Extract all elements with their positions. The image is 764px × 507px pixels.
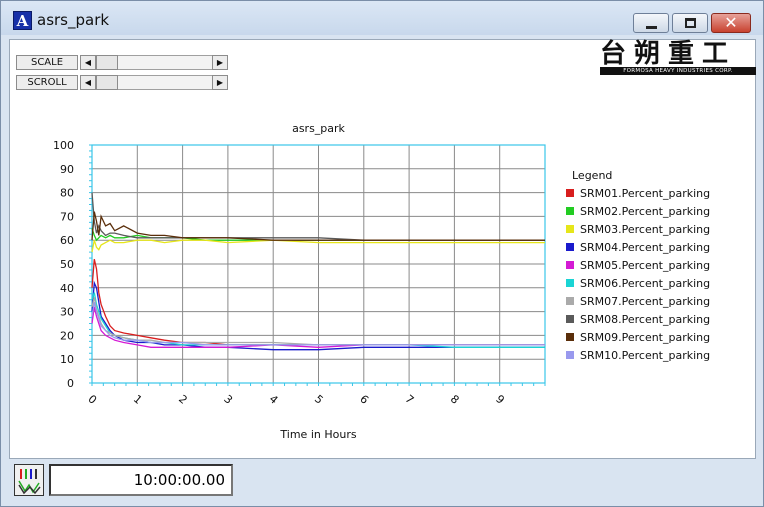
x-tick-label: 5: [312, 392, 326, 406]
trend-tool-icon[interactable]: [14, 464, 44, 496]
chart-panel: SCALE ◀ ▶ SCROLL ◀ ▶ 台朔重工 FORMOSA HEAVY …: [9, 39, 756, 459]
maximize-icon: [685, 18, 696, 28]
app-window: A asrs_park ✕ SCALE ◀ ▶ SCROLL ◀ ▶ 台朔重工 …: [0, 0, 764, 507]
x-tick-label: 3: [221, 392, 235, 406]
minimize-icon: [646, 26, 657, 29]
y-tick-label: 30: [60, 306, 74, 319]
legend-swatch: [566, 351, 574, 359]
x-axis-label: Time in Hours: [279, 428, 356, 441]
x-tick-label: 1: [131, 392, 145, 406]
legend-entry: SRM04.Percent_parking: [580, 241, 710, 254]
x-tick-label: 8: [448, 392, 462, 406]
y-tick-label: 40: [60, 282, 74, 295]
y-tick-label: 20: [60, 329, 74, 342]
legend-swatch: [566, 279, 574, 287]
legend-entry: SRM08.Percent_parking: [580, 313, 710, 326]
x-tick-label: 9: [493, 392, 507, 406]
legend-swatch: [566, 189, 574, 197]
line-chart: 0 10 20 30 40 50 60 70 80 90 100 0 1 2 3 4 5 6 7 8 9 asrs_par…: [53, 122, 710, 441]
y-tick-label: 60: [60, 234, 74, 247]
window-title: asrs_park: [37, 11, 110, 29]
legend-entry: SRM06.Percent_parking: [580, 277, 710, 290]
trend-tool-glyph-icon: [18, 469, 41, 495]
legend-entry: SRM01.Percent_parking: [580, 187, 710, 200]
legend-entry: SRM10.Percent_parking: [580, 349, 710, 362]
legend-entry: SRM02.Percent_parking: [580, 205, 710, 218]
x-tick-label: 0: [85, 392, 99, 406]
app-a-icon[interactable]: A: [13, 11, 32, 30]
legend-swatch: [566, 261, 574, 269]
time-readout: 10:00:00.00: [49, 464, 233, 496]
legend-swatch: [566, 297, 574, 305]
y-tick-label: 90: [60, 163, 74, 176]
legend-entry: SRM05.Percent_parking: [580, 259, 710, 272]
minimize-button[interactable]: [633, 13, 669, 33]
y-tick-label: 100: [53, 139, 74, 152]
legend-title: Legend: [572, 169, 612, 182]
legend-swatch: [566, 333, 574, 341]
y-tick-label: 70: [60, 210, 74, 223]
status-bar: 10:00:00.00: [9, 461, 756, 499]
y-tick-label: 50: [60, 258, 74, 271]
legend-swatch: [566, 315, 574, 323]
legend-swatch: [566, 243, 574, 251]
chart-title: asrs_park: [292, 122, 345, 135]
title-bar[interactable]: A asrs_park ✕: [1, 1, 763, 35]
y-tick-label: 0: [67, 377, 74, 390]
close-icon: ✕: [724, 13, 738, 32]
y-tick-label: 10: [60, 353, 74, 366]
legend-entry: SRM07.Percent_parking: [580, 295, 710, 308]
x-tick-label: 7: [403, 392, 417, 406]
y-tick-label: 80: [60, 187, 74, 200]
close-button[interactable]: ✕: [711, 13, 751, 33]
x-tick-label: 6: [357, 392, 371, 406]
legend-entry: SRM03.Percent_parking: [580, 223, 710, 236]
x-tick-label: 2: [176, 392, 190, 406]
legend-entry: SRM09.Percent_parking: [580, 331, 710, 344]
legend-swatch: [566, 225, 574, 233]
x-tick-label: 4: [267, 392, 281, 406]
maximize-button[interactable]: [672, 13, 708, 33]
legend-swatch: [566, 207, 574, 215]
